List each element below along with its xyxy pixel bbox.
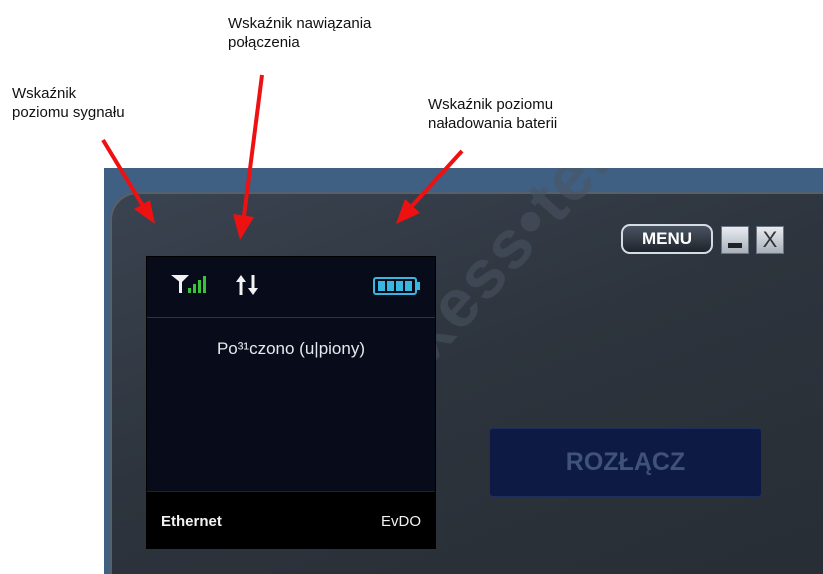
connection-arrow [242,74,264,217]
signal-arrowhead [134,200,155,224]
battery-arrow [410,149,464,208]
connection-arrowhead [233,214,254,240]
signal-arrow [101,138,145,208]
callout-arrows [101,74,464,240]
